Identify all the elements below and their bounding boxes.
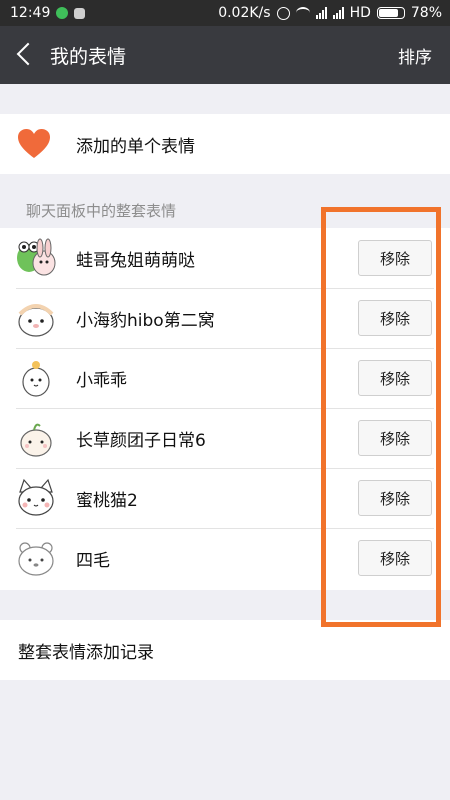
page-title: 我的表情 (50, 45, 127, 68)
list-item: 蜜桃猫2 移除 (0, 468, 450, 528)
pack-name: 小海豹hibo第二窝 (76, 310, 215, 331)
frog-bunny-sticker-icon (17, 238, 56, 276)
alarm-icon (276, 6, 290, 20)
network-type: HD (349, 5, 371, 21)
back-arrow-icon[interactable] (10, 26, 40, 84)
pack-name: 小乖乖 (76, 370, 127, 391)
remove-button[interactable]: 移除 (358, 360, 432, 396)
chick-sticker-icon (22, 361, 50, 397)
signal-icon-2 (332, 7, 344, 19)
app-notification-icon (74, 7, 86, 19)
pack-history-row[interactable]: 整套表情添加记录 (0, 620, 450, 680)
list-item: 小海豹hibo第二窝 移除 (0, 288, 450, 348)
network-speed: 0.02K/s (218, 5, 271, 21)
wechat-notification-icon (56, 7, 69, 19)
remove-button[interactable]: 移除 (358, 420, 432, 456)
remove-button[interactable]: 移除 (358, 540, 432, 576)
signal-icon (315, 7, 327, 19)
dumpling-sticker-icon (20, 423, 52, 457)
single-stickers-row[interactable]: 添加的单个表情 (0, 114, 450, 174)
sticker-pack-list: 蛙哥兔姐萌萌哒 移除 小海豹hibo第二窝 移除 小乖乖 移除 长草颜团子日常6… (0, 228, 450, 590)
list-item: 蛙哥兔姐萌萌哒 移除 (0, 228, 450, 288)
list-item: 小乖乖 移除 (0, 348, 450, 408)
pack-name: 四毛 (76, 550, 110, 571)
pack-name: 长草颜团子日常6 (76, 430, 206, 451)
wifi-icon (295, 7, 310, 19)
pack-name: 蜜桃猫2 (76, 490, 138, 511)
list-item: 四毛 移除 (0, 528, 450, 588)
peach-cat-sticker-icon (18, 478, 54, 516)
battery-level: 78% (410, 5, 442, 21)
heart-icon (18, 129, 50, 158)
remove-button[interactable]: 移除 (358, 300, 432, 336)
remove-button[interactable]: 移除 (358, 240, 432, 276)
bear-sticker-icon (18, 542, 54, 576)
seal-sticker-icon (18, 304, 54, 337)
status-bar: 12:49 0.02K/s HD 78% (0, 0, 450, 26)
pack-history-label: 整套表情添加记录 (18, 642, 154, 663)
battery-icon (376, 7, 405, 19)
app-bar: 我的表情 排序 (0, 26, 450, 84)
status-time: 12:49 (10, 5, 51, 21)
single-stickers-label: 添加的单个表情 (76, 136, 195, 157)
sort-button[interactable]: 排序 (398, 43, 432, 68)
list-item: 长草颜团子日常6 移除 (0, 408, 450, 468)
pack-name: 蛙哥兔姐萌萌哒 (76, 250, 195, 271)
section-header: 聊天面板中的整套表情 (26, 202, 177, 220)
remove-button[interactable]: 移除 (358, 480, 432, 516)
